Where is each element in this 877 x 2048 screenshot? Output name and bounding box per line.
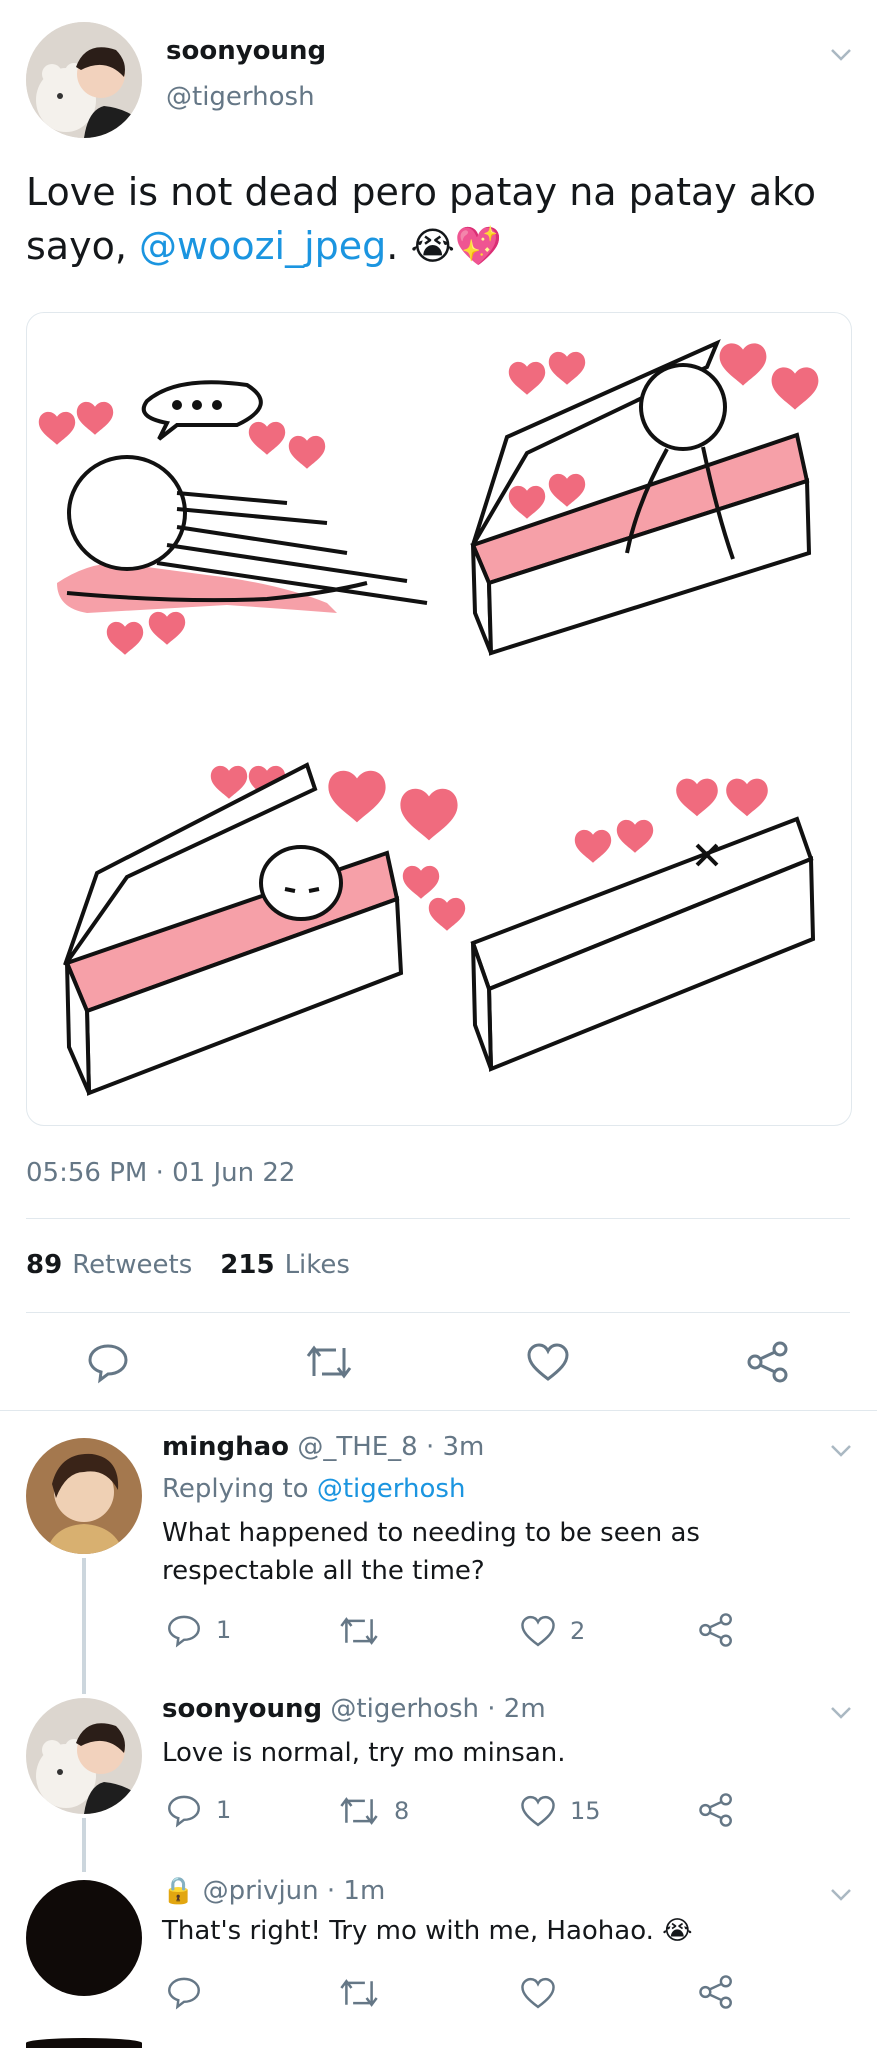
lock-icon: 🔒 [162, 1876, 195, 1906]
thread-line [82, 1558, 86, 1694]
divider [0, 1410, 877, 1411]
like-icon[interactable] [526, 1342, 570, 1382]
retweet-icon[interactable] [338, 1614, 380, 1648]
reply-header: minghao @_THE_8 · 3m [162, 1432, 484, 1462]
reply-time: · 3m [425, 1432, 485, 1462]
chevron-down-icon[interactable] [830, 1888, 852, 1902]
tweet-emojis: 😭💖 [410, 224, 503, 268]
reply-display-name[interactable]: soonyoung [162, 1694, 322, 1724]
author-display-name[interactable]: soonyoung [166, 36, 326, 66]
replying-to-link[interactable]: @tigerhosh [317, 1474, 466, 1504]
chevron-down-icon[interactable] [830, 1444, 852, 1458]
reply-handle[interactable]: @_THE_8 [297, 1432, 417, 1462]
reply-action-retweet[interactable] [338, 1614, 394, 1648]
reply-icon[interactable] [166, 1612, 202, 1648]
author-avatar[interactable] [26, 22, 142, 138]
reply-action-reply[interactable]: 1 [166, 1612, 231, 1648]
retweet-icon[interactable] [338, 1976, 380, 2010]
reply-action-reply[interactable]: 1 [166, 1792, 231, 1828]
reply-avatar[interactable] [26, 1880, 142, 1996]
reply-display-name[interactable]: minghao [162, 1432, 289, 1462]
reply-text: What happened to needing to be seen as r… [162, 1518, 700, 1586]
divider [26, 1312, 850, 1313]
reply-icon[interactable] [86, 1340, 130, 1384]
reply-action-reply[interactable] [166, 1974, 202, 2010]
like-icon[interactable] [520, 1976, 556, 2010]
chevron-down-icon[interactable] [830, 48, 852, 62]
reply-action-like[interactable]: 2 [520, 1614, 585, 1648]
retweets-label[interactable]: Retweets [72, 1250, 192, 1280]
reply-time: · 1m [326, 1876, 386, 1906]
share-icon[interactable] [698, 1792, 734, 1828]
reply-handle[interactable]: @privjun [203, 1876, 319, 1906]
share-icon[interactable] [746, 1340, 790, 1384]
reply-action-like[interactable]: 15 [520, 1794, 601, 1828]
reply-action-like[interactable] [520, 1976, 556, 2010]
retweet-count: 8 [394, 1797, 410, 1825]
like-count: 2 [570, 1617, 586, 1645]
likes-count[interactable]: 215 [220, 1250, 274, 1280]
like-count: 15 [570, 1797, 601, 1825]
share-icon[interactable] [698, 1612, 734, 1648]
replying-prefix: Replying to [162, 1474, 309, 1504]
tweet-stats: 89 Retweets 215 Likes [26, 1250, 350, 1280]
reply-avatar[interactable] [26, 1698, 142, 1814]
reply-avatar[interactable] [26, 1438, 142, 1554]
tweet-timestamp[interactable]: 05:56 PM · 01 Jun 22 [26, 1158, 295, 1188]
tweet-text-end: . [386, 224, 399, 268]
tweet-media-image[interactable] [26, 312, 852, 1126]
reply-icon[interactable] [166, 1792, 202, 1828]
reply-count: 1 [216, 1796, 232, 1824]
likes-label[interactable]: Likes [285, 1250, 350, 1280]
tweet-text: Love is not dead pero patay na patay ako… [26, 165, 846, 273]
like-icon[interactable] [520, 1614, 556, 1648]
reply-header: soonyoung @tigerhosh · 2m [162, 1694, 546, 1724]
author-handle[interactable]: @tigerhosh [166, 82, 315, 112]
reply-handle[interactable]: @tigerhosh [330, 1694, 479, 1724]
reply-action-retweet[interactable]: 8 [338, 1794, 409, 1828]
reply-count: 1 [216, 1616, 232, 1644]
divider [26, 1218, 850, 1219]
share-icon[interactable] [698, 1974, 734, 2010]
like-icon[interactable] [520, 1794, 556, 1828]
retweet-icon[interactable] [304, 1342, 354, 1382]
retweet-icon[interactable] [338, 1794, 380, 1828]
reply-header: 🔒 @privjun · 1m [162, 1876, 385, 1906]
reply-action-retweet[interactable] [338, 1976, 380, 2010]
mention-link[interactable]: @woozi_jpeg [139, 224, 386, 268]
chevron-down-icon[interactable] [830, 1706, 852, 1720]
thread-line [82, 1818, 86, 1872]
next-reply-avatar-partial [26, 2038, 142, 2048]
reply-text: Love is normal, try mo minsan. [162, 1738, 566, 1768]
retweets-count[interactable]: 89 [26, 1250, 62, 1280]
reply-time: · 2m [487, 1694, 546, 1724]
reply-icon[interactable] [166, 1974, 202, 2010]
reply-text: That's right! Try mo with me, Haohao. 😭 [162, 1916, 693, 1946]
replying-to: Replying to @tigerhosh [162, 1474, 465, 1504]
